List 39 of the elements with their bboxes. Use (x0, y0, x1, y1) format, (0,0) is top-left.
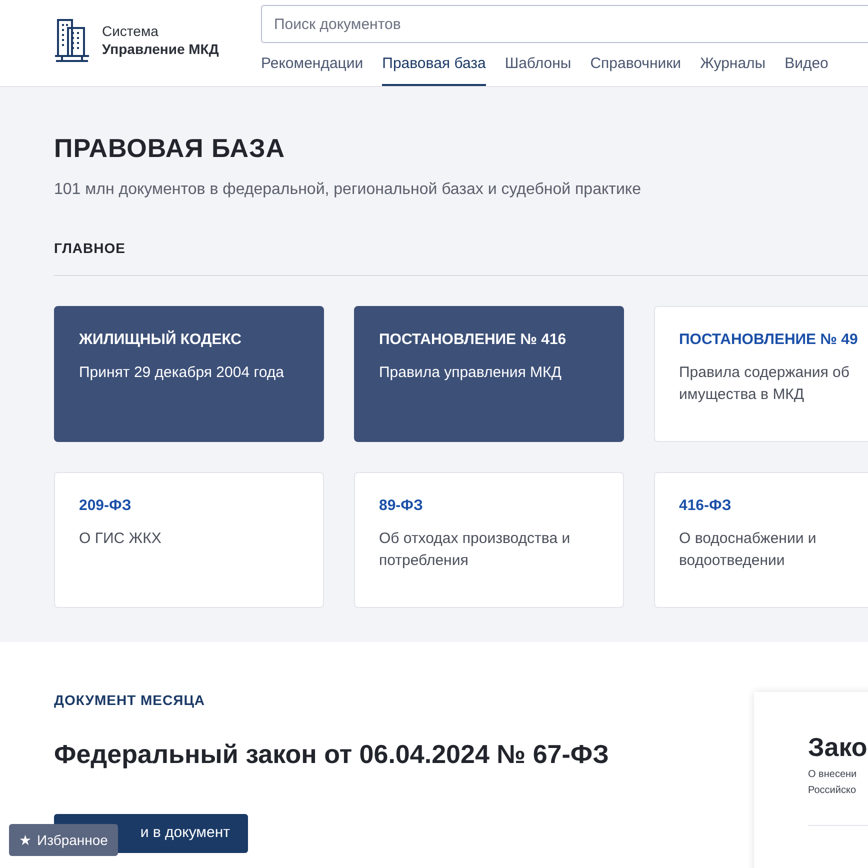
logo-title: Система (102, 22, 160, 40)
nav-tab[interactable]: Шаблоны (504, 52, 572, 86)
nav-tab[interactable]: Журналы (700, 52, 766, 86)
card-description: Правила содержания об (679, 362, 850, 382)
section-heading: ГЛАВНОЕ (54, 239, 126, 258)
document-card[interactable]: ЖИЛИЩНЫЙ КОДЕКС Принят 29 декабря 2004 года (54, 306, 324, 442)
card-title: ПОСТАНОВЛЕНИЕ № 49 (679, 330, 858, 350)
star-icon: ★ (19, 830, 32, 850)
card-description: Правила управления МКД (379, 362, 562, 382)
preview-text: Российско (808, 784, 858, 798)
card-title: 89-ФЗ (379, 496, 424, 516)
card-description: Об отходах производства и потребления (379, 528, 572, 570)
card-description: О ГИС ЖКХ (79, 528, 162, 548)
document-card[interactable]: 416-ФЗ О водоснабжении и водоотведении (654, 472, 868, 608)
month-doc-title: Федеральный закон от 06.04.2024 № 67-ФЗ (54, 738, 610, 771)
card-title: 209-ФЗ (79, 496, 132, 516)
page-title: ПРАВОВАЯ БАЗА (54, 132, 286, 165)
document-card[interactable]: 209-ФЗ О ГИС ЖКХ (54, 472, 324, 608)
document-card[interactable]: ПОСТАНОВЛЕНИЕ № 49 Правила содержания об имущества в МКД (654, 306, 868, 442)
preview-title: Зако (808, 731, 868, 764)
logo-subtitle: Управление МКД (102, 40, 219, 58)
document-card[interactable]: 89-ФЗ Об отходах производства и потребления (354, 472, 624, 608)
card-description: О водоснабжении и водоотведении (679, 528, 818, 570)
open-document-button[interactable]: и в документ (132, 814, 248, 853)
nav-tab[interactable]: Рекомендации (261, 52, 364, 86)
nav-tab[interactable]: Видео (784, 52, 828, 86)
favorites-button[interactable]: ★ Избранное (9, 824, 118, 856)
preview-text: О внесени (808, 768, 858, 782)
card-title: ПОСТАНОВЛЕНИЕ № 416 (379, 330, 568, 350)
building-icon (54, 18, 90, 62)
page-subtitle: 101 млн документов в федеральной, региональной базах и судебной практике (54, 180, 642, 200)
month-doc-label: ДОКУМЕНТ МЕСЯЦА (54, 691, 206, 710)
card-description: Принят 29 декабря 2004 года (79, 362, 285, 382)
card-description: имущества в МКД (679, 384, 806, 404)
search-field[interactable]: Поиск документов (261, 5, 868, 43)
document-card[interactable]: ПОСТАНОВЛЕНИЕ № 416 Правила управления МКД (354, 306, 624, 442)
card-title: 416-ФЗ (679, 496, 732, 516)
nav-tab[interactable]: Справочники (590, 52, 682, 86)
card-title: ЖИЛИЩНЫЙ КОДЕКС (79, 329, 243, 350)
